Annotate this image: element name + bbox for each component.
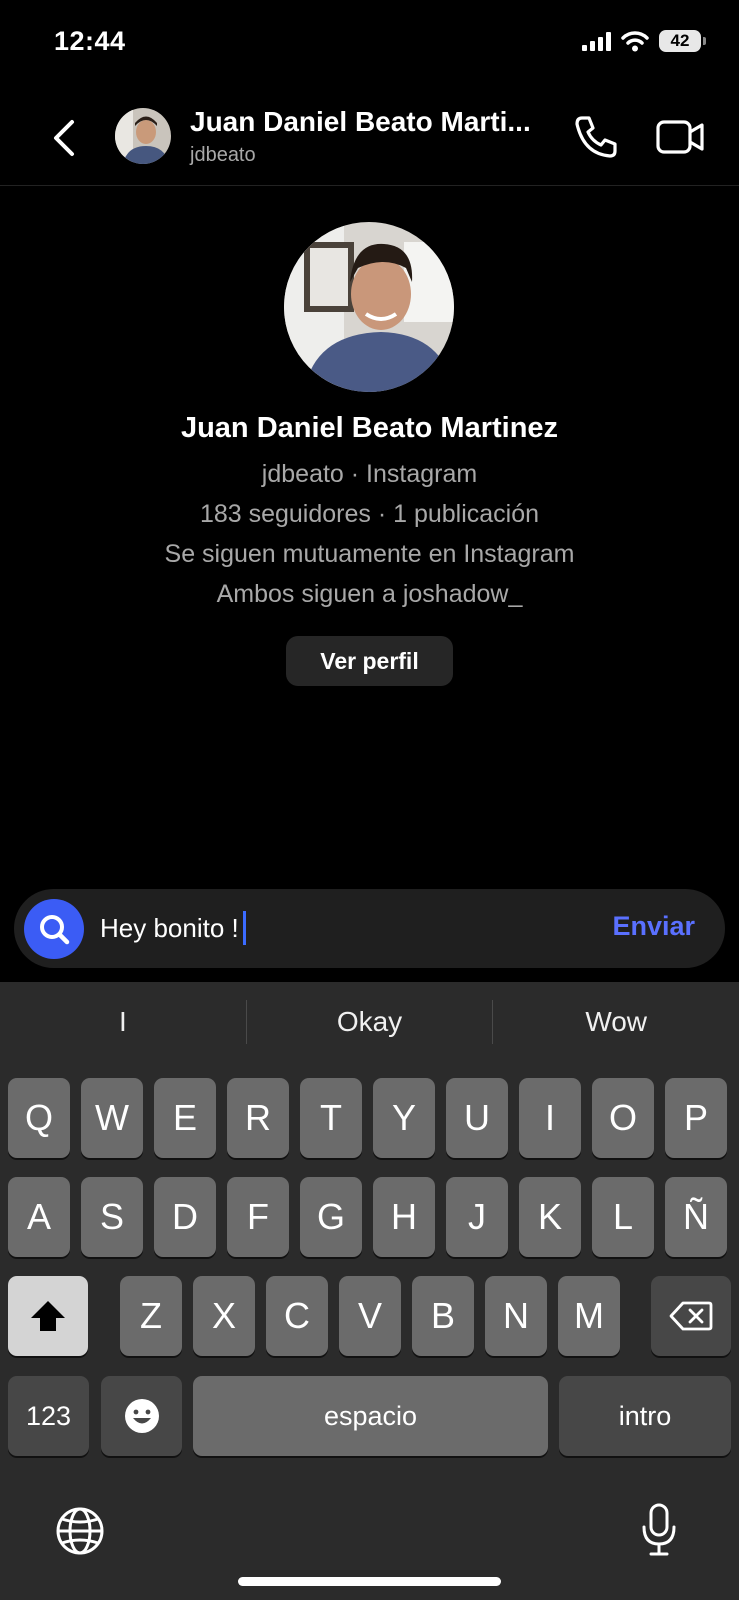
video-camera-icon xyxy=(656,120,704,154)
battery-icon: 42 xyxy=(659,30,706,52)
emoji-key[interactable] xyxy=(101,1376,182,1456)
profile-name: Juan Daniel Beato Martinez xyxy=(180,412,559,444)
key-n[interactable]: N xyxy=(485,1276,547,1356)
shift-arrow-icon xyxy=(31,1301,65,1331)
key-j[interactable]: J xyxy=(446,1177,508,1257)
key-i[interactable]: I xyxy=(519,1078,581,1158)
message-composer: Hey bonito ! Enviar xyxy=(14,889,725,968)
back-button[interactable] xyxy=(44,116,84,160)
header-avatar[interactable] xyxy=(115,108,171,164)
profile-stats: 183 seguidores · 1 publicación xyxy=(199,500,540,528)
key-z[interactable]: Z xyxy=(120,1276,182,1356)
key-p[interactable]: P xyxy=(665,1078,727,1158)
suggestion-item[interactable]: Okay xyxy=(247,1006,493,1038)
message-text: Hey bonito ! xyxy=(100,912,239,943)
phone-icon xyxy=(575,116,617,158)
video-call-button[interactable] xyxy=(655,114,707,160)
backspace-icon xyxy=(669,1301,713,1331)
key-h[interactable]: H xyxy=(373,1177,435,1257)
avatar-photo xyxy=(115,108,171,164)
profile-common-follows: Ambos siguen a joshadow_ xyxy=(216,580,523,608)
profile-photo xyxy=(284,222,454,392)
emoji-icon xyxy=(124,1399,159,1433)
key-d[interactable]: D xyxy=(154,1177,216,1257)
key-c[interactable]: C xyxy=(266,1276,328,1356)
message-input[interactable]: Hey bonito ! xyxy=(100,911,246,945)
text-cursor xyxy=(242,911,246,945)
space-key[interactable]: espacio xyxy=(193,1376,548,1456)
cellular-signal-icon xyxy=(582,31,611,51)
globe-icon xyxy=(56,1507,104,1555)
dictation-button[interactable] xyxy=(640,1502,678,1563)
key-s[interactable]: S xyxy=(81,1177,143,1257)
key-e[interactable]: E xyxy=(154,1078,216,1158)
key-r[interactable]: R xyxy=(227,1078,289,1158)
status-time: 12:44 xyxy=(54,26,126,56)
return-key[interactable]: intro xyxy=(559,1376,731,1456)
view-profile-button[interactable]: Ver perfil xyxy=(286,636,453,686)
wifi-icon xyxy=(621,31,649,52)
key-n-tilde[interactable]: Ñ xyxy=(665,1177,727,1257)
profile-avatar[interactable] xyxy=(284,222,454,392)
contact-username[interactable]: jdbeato xyxy=(190,144,256,167)
key-a[interactable]: A xyxy=(8,1177,70,1257)
key-w[interactable]: W xyxy=(81,1078,143,1158)
key-l[interactable]: L xyxy=(592,1177,654,1257)
microphone-icon xyxy=(642,1503,676,1556)
key-u[interactable]: U xyxy=(446,1078,508,1158)
profile-subtitle: jdbeato · Instagram xyxy=(261,460,478,488)
search-icon xyxy=(40,915,70,945)
delete-key[interactable] xyxy=(651,1276,731,1356)
key-f[interactable]: F xyxy=(227,1177,289,1257)
key-k[interactable]: K xyxy=(519,1177,581,1257)
key-g[interactable]: G xyxy=(300,1177,362,1257)
key-x[interactable]: X xyxy=(193,1276,255,1356)
home-indicator[interactable] xyxy=(238,1577,501,1586)
keyboard: I Okay Wow Q W E R T Y U I O P A S D F G… xyxy=(0,982,739,1600)
send-button[interactable]: Enviar xyxy=(612,911,695,942)
profile-mutual-follow: Se siguen mutuamente en Instagram xyxy=(164,540,575,568)
contact-name[interactable]: Juan Daniel Beato Marti... xyxy=(190,106,531,138)
search-button[interactable] xyxy=(24,899,84,959)
chat-header: Juan Daniel Beato Marti... jdbeato xyxy=(0,90,739,186)
key-t[interactable]: T xyxy=(300,1078,362,1158)
suggestion-item[interactable]: Wow xyxy=(493,1006,739,1038)
key-v[interactable]: V xyxy=(339,1276,401,1356)
key-y[interactable]: Y xyxy=(373,1078,435,1158)
status-icons: 42 xyxy=(582,30,706,52)
shift-key[interactable] xyxy=(8,1276,88,1356)
numbers-key[interactable]: 123 xyxy=(8,1376,89,1456)
globe-button[interactable] xyxy=(55,1506,105,1561)
chevron-left-icon xyxy=(54,120,74,156)
key-b[interactable]: B xyxy=(412,1276,474,1356)
suggestion-item[interactable]: I xyxy=(0,1006,246,1038)
audio-call-button[interactable] xyxy=(570,112,620,162)
key-q[interactable]: Q xyxy=(8,1078,70,1158)
key-m[interactable]: M xyxy=(558,1276,620,1356)
key-o[interactable]: O xyxy=(592,1078,654,1158)
suggestion-bar: I Okay Wow xyxy=(0,982,739,1062)
